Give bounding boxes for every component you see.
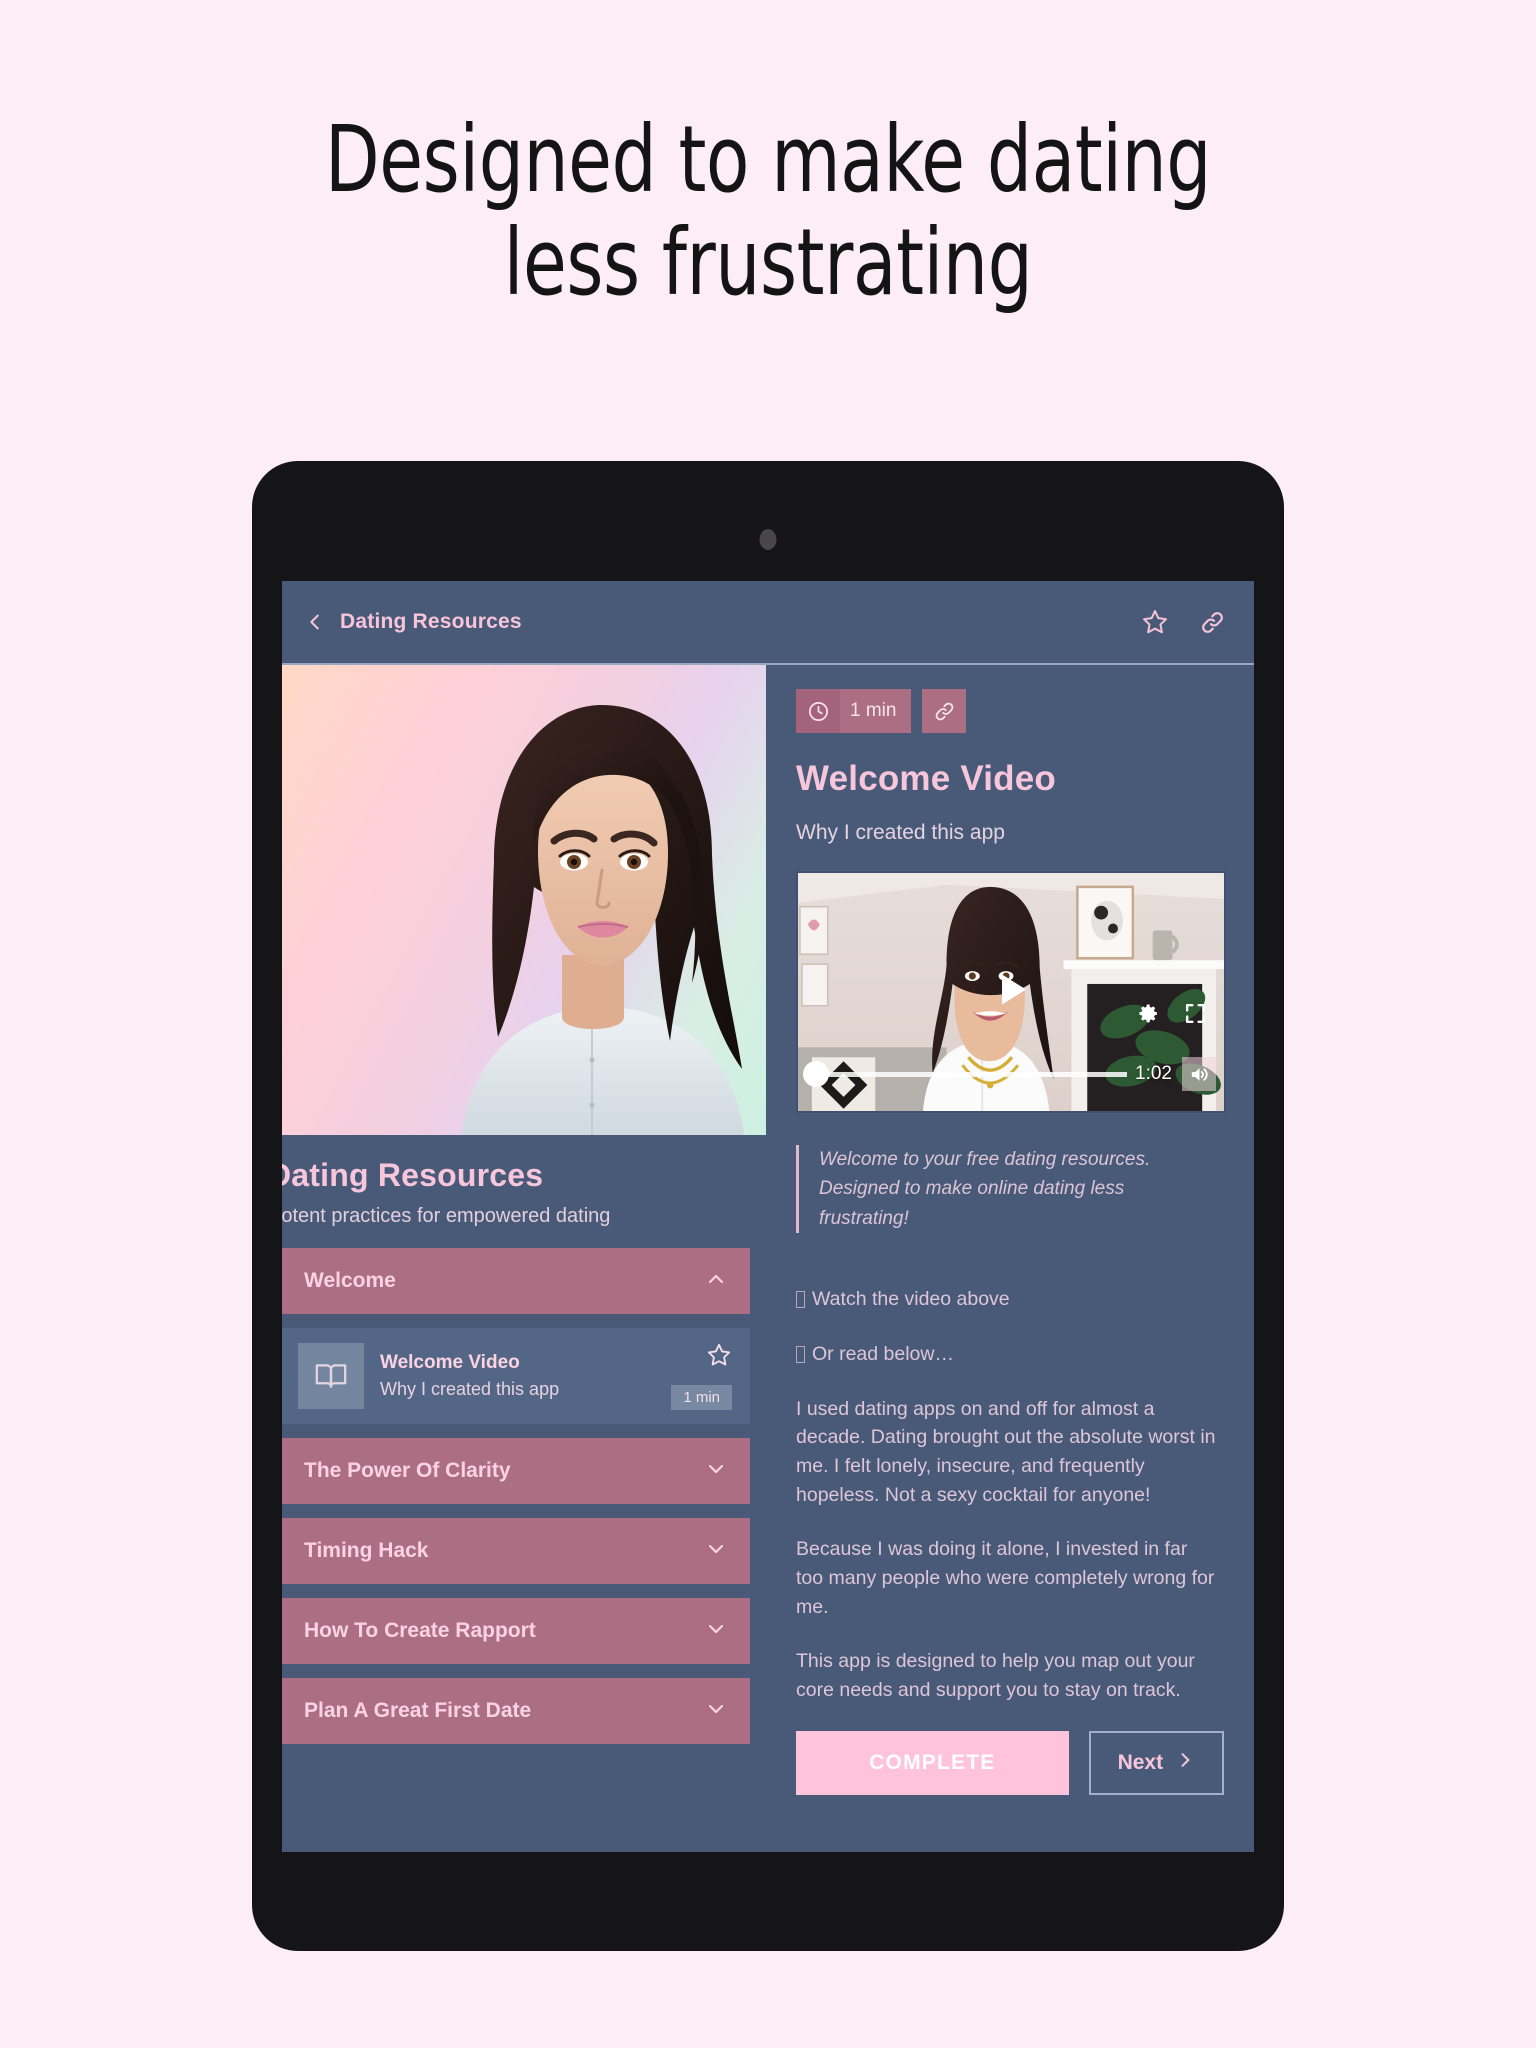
- volume-icon[interactable]: [1182, 1057, 1216, 1091]
- content-area: Dating Resources Potent practices for em…: [282, 665, 1254, 1852]
- list-item[interactable]: Welcome Video Why I created this app 1 m…: [282, 1328, 750, 1424]
- accordion-label: Welcome: [304, 1269, 396, 1292]
- gear-icon[interactable]: [1136, 1001, 1161, 1031]
- duration-text: 1 min: [850, 700, 897, 721]
- lesson-heading: Welcome Video: [796, 759, 1057, 798]
- video-controls-bottom: 1:02: [798, 1057, 1224, 1091]
- app-bar-title: Dating Resources: [340, 610, 522, 633]
- chevron-down-icon[interactable]: [704, 1457, 728, 1486]
- app-screen: Dating Resources Dating Resources Potent…: [282, 581, 1254, 1852]
- lesson-detail-pane: 1 min Welcome Video Why I created this a…: [766, 665, 1254, 1852]
- app-bar-left[interactable]: Dating Resources: [304, 610, 522, 634]
- fullscreen-icon[interactable]: [1183, 1001, 1208, 1031]
- body-bullet-2-text: Or read below…: [812, 1342, 954, 1365]
- next-button-label: Next: [1117, 1750, 1164, 1774]
- action-buttons: COMPLETE Next: [796, 1730, 1224, 1795]
- portrait-photo: [462, 705, 744, 1135]
- page-title-line2: less frustrating: [503, 209, 1033, 317]
- accordion-header-the-power-of-clarity[interactable]: The Power Of Clarity: [282, 1438, 750, 1504]
- accordion-label: Timing Hack: [304, 1539, 429, 1562]
- lesson-quote: Welcome to your free dating resources. D…: [796, 1145, 1196, 1234]
- play-icon[interactable]: [988, 967, 1034, 1018]
- page-title: Designed to make dating less frustrating: [108, 0, 1429, 314]
- hero-image: [282, 665, 766, 1135]
- chevron-left-icon[interactable]: [304, 611, 326, 633]
- accordion-header-plan-a-great-first-date[interactable]: Plan A Great First Date: [282, 1678, 750, 1744]
- link-icon[interactable]: [1199, 609, 1226, 636]
- body-bullet-1-text: Watch the video above: [812, 1288, 1010, 1311]
- chevron-down-icon[interactable]: [704, 1617, 728, 1646]
- chevron-up-icon[interactable]: [704, 1267, 728, 1296]
- missing-glyph-icon: [796, 1345, 805, 1363]
- video-time: 1:02: [1135, 1063, 1172, 1084]
- course-sidebar: Dating Resources Potent practices for em…: [282, 665, 766, 1852]
- lesson-subtitle: Why I created this app: [380, 1379, 560, 1399]
- video-controls-right: [1136, 1001, 1208, 1031]
- clock-icon: [796, 689, 840, 733]
- duration-badge: 1 min: [796, 689, 912, 733]
- tablet-frame: Dating Resources Dating Resources Potent…: [252, 461, 1284, 1951]
- accordion-list: Welcome Welcome Video Why I created this…: [282, 1248, 766, 1744]
- list-item-text: Welcome Video Why I created this app: [380, 1352, 655, 1400]
- video-scrubber[interactable]: [803, 1061, 1128, 1087]
- chevron-right-icon: [1175, 1750, 1195, 1776]
- lesson-subheading: Why I created this app: [796, 821, 1005, 844]
- accordion-label: How To Create Rapport: [304, 1619, 536, 1642]
- missing-glyph-icon: [796, 1291, 805, 1309]
- body-paragraph-2: Because I was doing it alone, I invested…: [796, 1538, 1215, 1618]
- video-player[interactable]: 1:02: [796, 871, 1226, 1113]
- camera-dot: [759, 529, 777, 550]
- duration-badge: 1 min: [671, 1385, 732, 1410]
- app-bar-actions: [1141, 608, 1226, 636]
- tablet-mockup: Dating Resources Dating Resources Potent…: [252, 461, 1284, 1951]
- chevron-down-icon[interactable]: [704, 1537, 728, 1566]
- body-bullet-1: Watch the video above: [796, 1285, 1216, 1314]
- badge-row: 1 min: [796, 689, 1224, 733]
- scrubber-handle[interactable]: [803, 1061, 829, 1087]
- lesson-body: Watch the video above Or read below… I u…: [796, 1285, 1224, 1704]
- sidebar-title: Dating Resources: [282, 1157, 544, 1193]
- link-icon[interactable]: [922, 689, 967, 733]
- accordion-label: The Power Of Clarity: [304, 1459, 511, 1482]
- chevron-down-icon[interactable]: [704, 1697, 728, 1726]
- accordion-header-timing-hack[interactable]: Timing Hack: [282, 1518, 750, 1584]
- app-bar: Dating Resources: [282, 581, 1254, 665]
- star-outline-icon[interactable]: [1141, 608, 1169, 636]
- accordion-header-how-to-create-rapport[interactable]: How To Create Rapport: [282, 1598, 750, 1664]
- lesson-title: Welcome Video: [380, 1352, 520, 1373]
- body-paragraph-3: This app is designed to help you map out…: [796, 1650, 1195, 1701]
- star-outline-icon[interactable]: [706, 1342, 732, 1373]
- list-item-meta: 1 min: [671, 1342, 732, 1410]
- book-open-icon: [298, 1343, 364, 1409]
- accordion-label: Plan A Great First Date: [304, 1699, 532, 1722]
- page-title-line1: Designed to make dating: [324, 106, 1212, 213]
- sidebar-header: Dating Resources Potent practices for em…: [282, 1135, 766, 1248]
- sidebar-subtitle: Potent practices for empowered dating: [282, 1205, 611, 1227]
- accordion-header-welcome[interactable]: Welcome: [282, 1248, 750, 1314]
- body-paragraph-1: I used dating apps on and off for almost…: [796, 1397, 1216, 1506]
- complete-button[interactable]: COMPLETE: [796, 1730, 1069, 1795]
- body-bullet-2: Or read below…: [796, 1340, 1216, 1369]
- next-button[interactable]: Next: [1088, 1730, 1224, 1795]
